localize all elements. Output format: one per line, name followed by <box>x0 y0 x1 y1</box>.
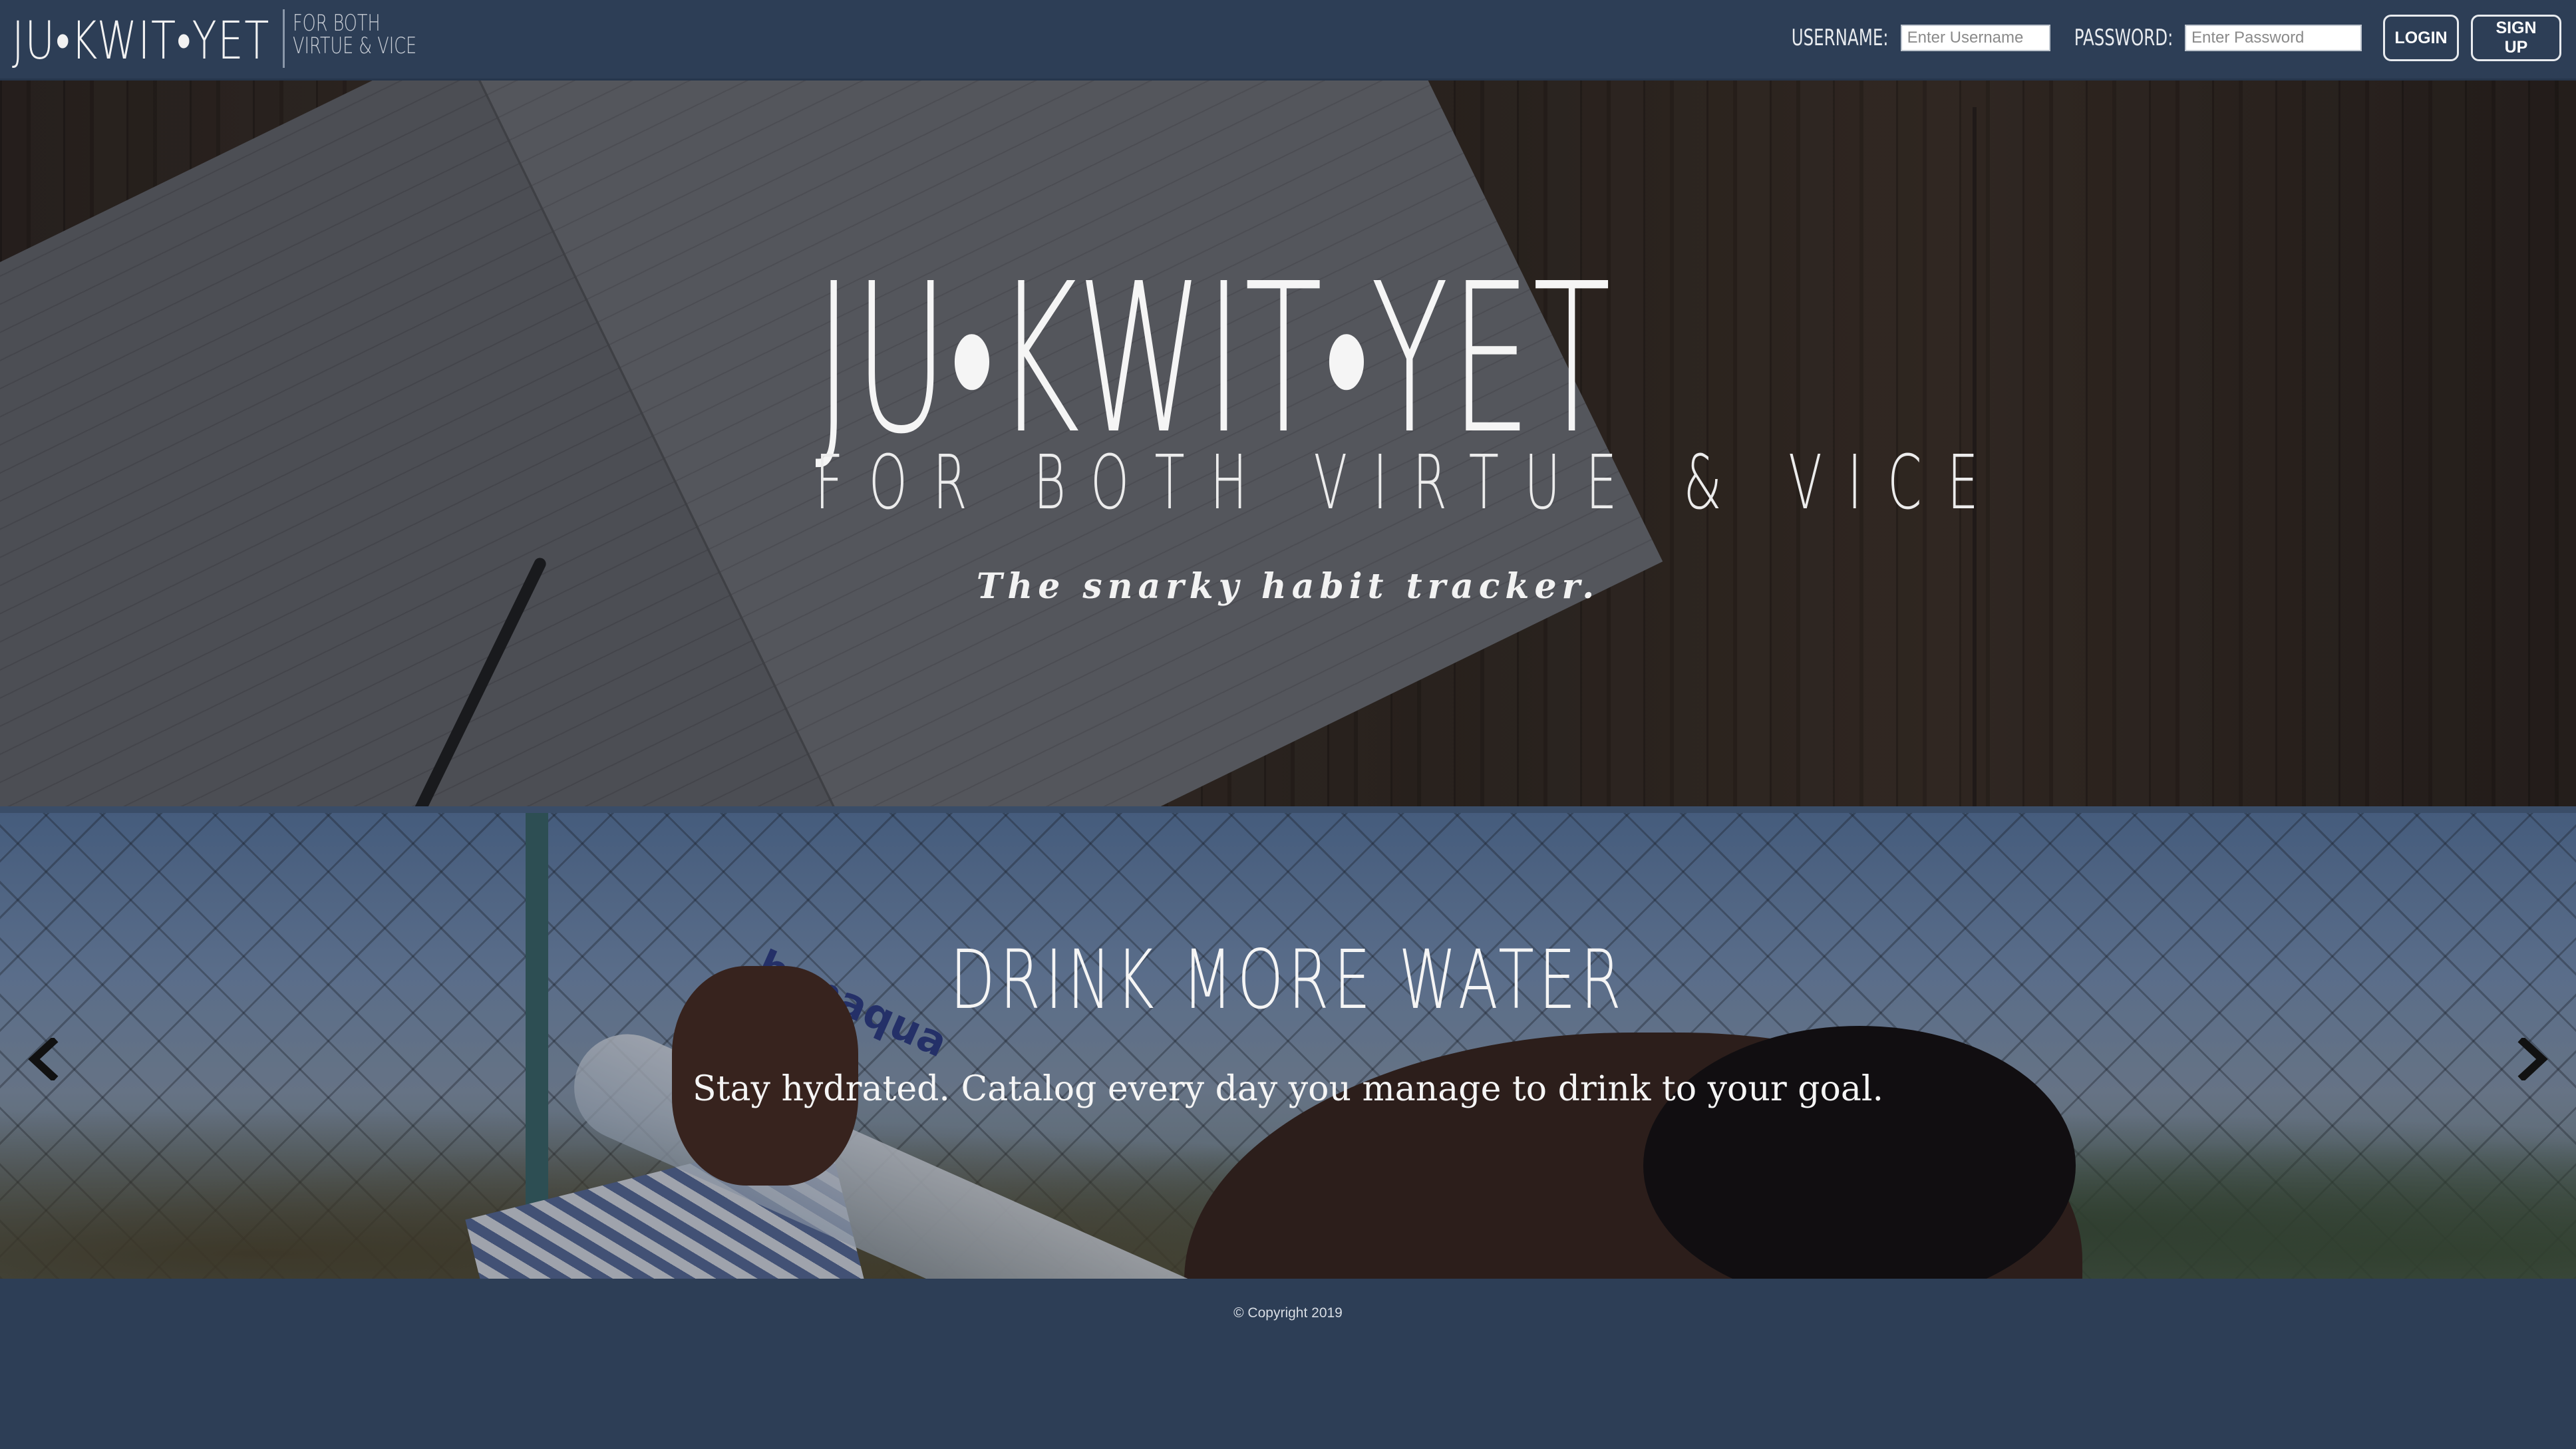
brand-tagline-line2: VIRTUE & VICE <box>293 33 417 59</box>
brand-tagline: FOR BOTH VIRTUE & VICE <box>293 12 416 57</box>
brand-divider <box>283 9 285 68</box>
section-divider <box>0 806 2576 813</box>
chevron-right-icon <box>2517 1038 2548 1080</box>
page-footer: © Copyright 2019 <box>0 1279 2576 1449</box>
chevron-left-icon <box>28 1038 59 1080</box>
carousel-prev-button[interactable] <box>13 1019 73 1099</box>
password-input[interactable] <box>2185 25 2362 51</box>
password-label: PASSWORD: <box>2074 25 2173 51</box>
slide-title: DRINK MORE WATER <box>950 933 1626 1027</box>
login-button[interactable]: LOGIN <box>2383 15 2459 61</box>
signup-button[interactable]: SIGN UP <box>2471 15 2561 61</box>
carousel-overlay <box>0 813 2576 1279</box>
hero-banner: JU•KWIT•YET FOR BOTH VIRTUE & VICE The s… <box>0 80 2576 806</box>
feature-carousel: bonaqua DRINK MORE WATER Stay hydrated. … <box>0 813 2576 1279</box>
login-form: USERNAME: PASSWORD: LOGIN SIGN UP <box>1780 15 2561 61</box>
carousel-next-button[interactable] <box>2503 1019 2563 1099</box>
hero-tagline: The snarky habit tracker. <box>976 566 1600 607</box>
username-label: USERNAME: <box>1791 25 1889 51</box>
hero-logo: JU•KWIT•YET <box>815 240 1613 480</box>
slide-caption: Stay hydrated. Catalog every day you man… <box>693 1069 1883 1109</box>
brand-logo: JU•KWIT•YET <box>12 11 271 71</box>
username-input[interactable] <box>1900 25 2050 51</box>
hero-subtitle: FOR BOTH VIRTUE & VICE <box>815 440 2004 526</box>
hero-content: JU•KWIT•YET FOR BOTH VIRTUE & VICE The s… <box>0 80 2576 806</box>
top-navbar: JU•KWIT•YET FOR BOTH VIRTUE & VICE USERN… <box>0 0 2576 80</box>
copyright-text: © Copyright 2019 <box>1233 1305 1343 1321</box>
brand-tagline-line1: FOR BOTH <box>293 10 381 37</box>
